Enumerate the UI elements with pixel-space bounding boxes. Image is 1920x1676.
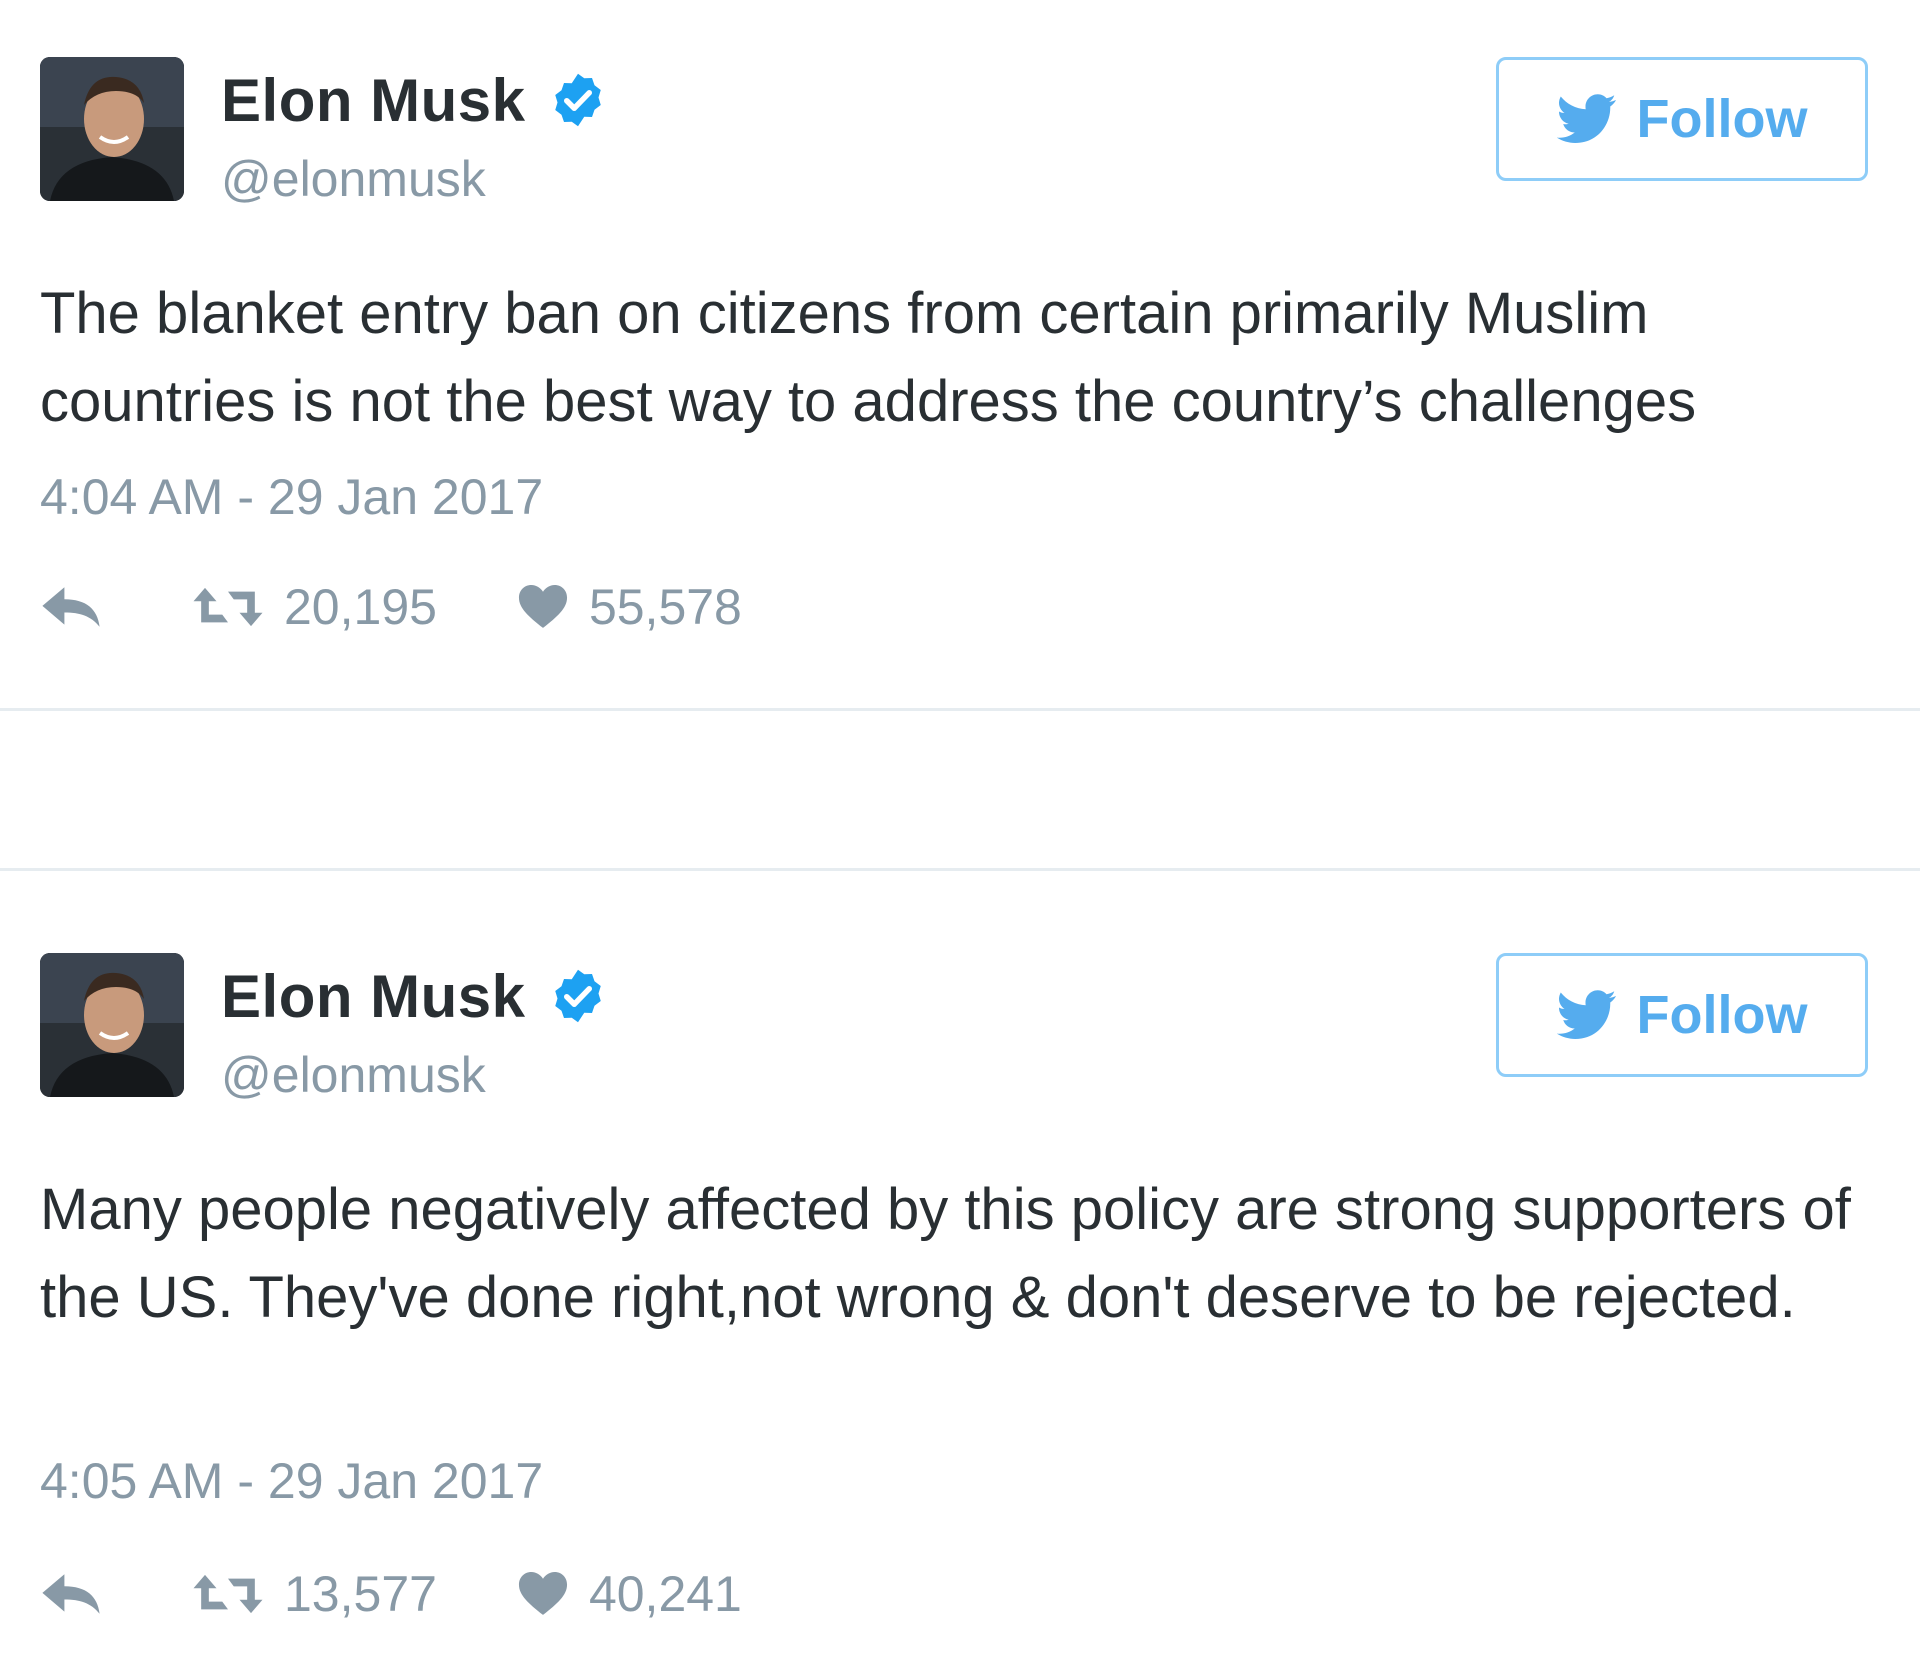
tweet-timestamp[interactable]: 4:05 AM - 29 Jan 2017 [40,1452,543,1510]
heart-icon [518,585,567,628]
retweet-icon [193,587,263,627]
tweet-actions: 13,577 40,241 [40,1559,742,1629]
heart-icon [518,1572,567,1615]
tweet-text: The blanket entry ban on citizens from c… [40,281,1697,434]
retweet-count: 20,195 [284,579,437,635]
verified-badge-icon [548,70,608,130]
divider [0,708,1920,711]
display-name[interactable]: Elon Musk [221,962,526,1031]
tweet-timestamp[interactable]: 4:04 AM - 29 Jan 2017 [40,468,543,526]
reply-icon [42,1574,100,1614]
name-row: Elon Musk [221,64,608,136]
tweet-card: Elon Musk @elonmusk Follow The blanket e… [0,0,1920,708]
follow-label: Follow [1636,89,1808,149]
twitter-bird-icon [1556,94,1617,144]
like-button[interactable]: 55,578 [517,578,742,636]
tweet-text: Many people negatively affected by this … [40,1177,1851,1330]
display-name[interactable]: Elon Musk [221,66,526,135]
retweet-button[interactable]: 20,195 [192,578,437,636]
avatar[interactable] [40,953,184,1097]
reply-button[interactable] [40,1572,110,1616]
retweet-count: 13,577 [284,1566,437,1622]
like-button[interactable]: 40,241 [517,1565,742,1623]
user-handle[interactable]: @elonmusk [221,150,486,208]
like-count: 55,578 [588,579,742,635]
follow-button[interactable]: Follow [1496,953,1868,1077]
tweet-actions: 20,195 55,578 [40,572,742,642]
follow-label: Follow [1636,985,1808,1045]
retweet-button[interactable]: 13,577 [192,1565,437,1623]
follow-button[interactable]: Follow [1496,57,1868,181]
like-count: 40,241 [588,1566,742,1622]
name-row: Elon Musk [221,960,608,1032]
reply-button[interactable] [40,585,110,629]
divider [0,868,1920,871]
verified-badge-icon [548,966,608,1026]
twitter-bird-icon [1556,990,1617,1040]
tweet-card: Elon Musk @elonmusk Follow Many people n… [0,896,1920,1676]
reply-icon [42,587,100,627]
user-handle[interactable]: @elonmusk [221,1046,486,1104]
avatar[interactable] [40,57,184,201]
retweet-icon [193,1574,263,1614]
